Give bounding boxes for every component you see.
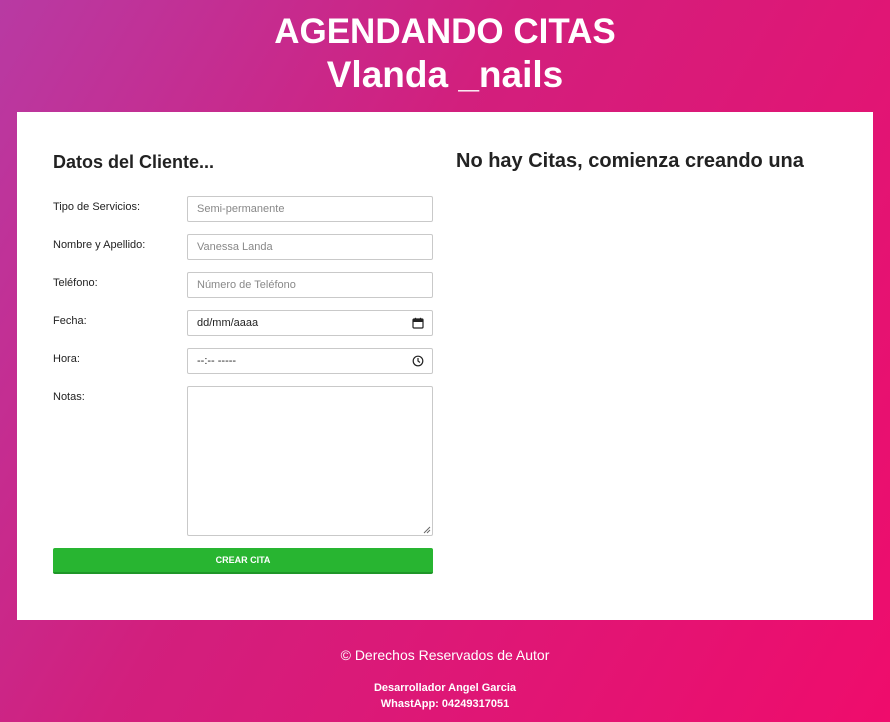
- service-type-input[interactable]: Semi-permanente: [187, 196, 433, 222]
- main-card: Datos del Cliente... Tipo de Servicios: …: [17, 112, 873, 620]
- clock-icon[interactable]: [412, 355, 424, 367]
- phone-row: Teléfono: Número de Teléfono: [53, 272, 433, 298]
- appointments-list: No hay Citas, comienza creando una: [456, 148, 846, 174]
- appointments-empty-message: No hay Citas, comienza creando una: [456, 150, 804, 172]
- create-appointment-button[interactable]: CREAR CITA: [53, 548, 433, 574]
- page-footer: © Derechos Reservados de Autor Desarroll…: [0, 646, 890, 712]
- resize-grip-icon[interactable]: [423, 526, 431, 534]
- full-name-input[interactable]: Vanessa Landa: [187, 234, 433, 260]
- service-type-row: Tipo de Servicios: Semi-permanente: [53, 196, 433, 222]
- time-input-text: --:-- -----: [197, 355, 237, 367]
- copyright-text: © Derechos Reservados de Autor: [340, 647, 550, 663]
- full-name-label: Nombre y Apellido:: [53, 239, 146, 251]
- date-input[interactable]: dd/mm/aaaa: [187, 310, 433, 336]
- date-input-text: dd/mm/aaaa: [197, 317, 259, 329]
- notes-row: Notas:: [53, 386, 433, 536]
- phone-input[interactable]: Número de Teléfono: [187, 272, 433, 298]
- full-name-row: Nombre y Apellido: Vanessa Landa: [53, 234, 433, 260]
- page-subtitle: Vlanda _nails: [326, 54, 564, 95]
- whatsapp-contact: WhastApp: 04249317051: [380, 698, 510, 710]
- form-heading: Datos del Cliente...: [53, 152, 215, 172]
- time-label: Hora:: [53, 353, 80, 365]
- date-row: Fecha: dd/mm/aaaa: [53, 310, 433, 336]
- calendar-icon[interactable]: [412, 317, 424, 329]
- notes-label: Notas:: [53, 391, 85, 403]
- notes-textarea[interactable]: [187, 386, 433, 536]
- time-row: Hora: --:-- -----: [53, 348, 433, 374]
- date-label: Fecha:: [53, 315, 87, 327]
- appointment-form: Datos del Cliente... Tipo de Servicios: …: [53, 150, 433, 574]
- service-type-label: Tipo de Servicios:: [53, 201, 141, 213]
- time-input[interactable]: --:-- -----: [187, 348, 433, 374]
- page-title: AGENDANDO CITAS: [274, 12, 616, 51]
- page-header: AGENDANDO CITAS Vlanda _nails: [0, 10, 890, 96]
- developer-credit: Desarrollador Angel Garcia: [373, 682, 517, 694]
- phone-label: Teléfono:: [53, 277, 98, 289]
